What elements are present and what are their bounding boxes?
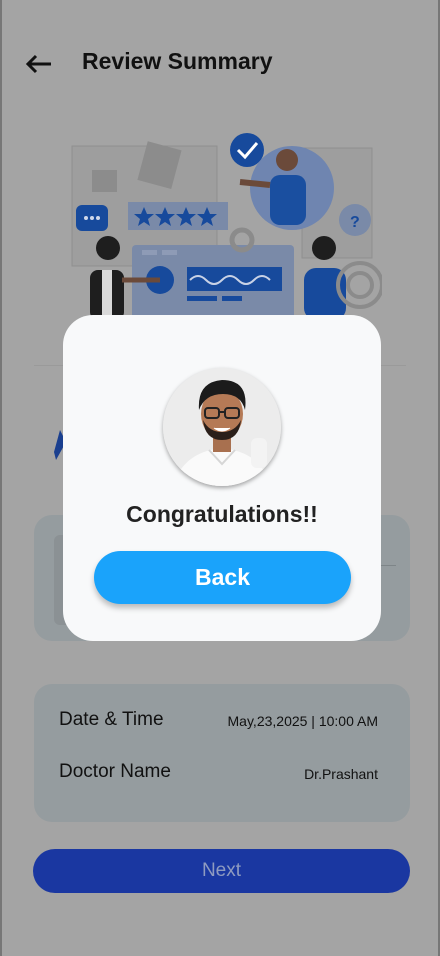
- doctor-card-divider: [380, 565, 396, 566]
- doctor-name-label: Doctor Name: [59, 761, 171, 782]
- checkmark-icon: [230, 133, 264, 167]
- success-modal: Congratulations!! Back: [63, 315, 381, 641]
- date-time-label: Date & Time: [59, 709, 164, 730]
- doctor-name-value: Dr.Prashant: [304, 766, 378, 782]
- appointment-details-card: [34, 684, 410, 822]
- screen: Review Summary ? Date & Time May,23,2025…: [0, 0, 440, 956]
- next-button[interactable]: Next: [33, 849, 410, 893]
- page-title: Review Summary: [82, 48, 273, 74]
- date-time-value: May,23,2025 | 10:00 AM: [227, 713, 378, 729]
- svg-text:?: ?: [350, 214, 360, 231]
- review-illustration: ?: [71, 133, 382, 320]
- arrow-left-icon[interactable]: [24, 50, 54, 78]
- thumbs-up-icon: [92, 170, 117, 192]
- back-button[interactable]: Back: [94, 551, 351, 604]
- congratulations-message: Congratulations!!: [126, 501, 318, 527]
- avatar: [163, 368, 281, 486]
- doctor-photo: [163, 368, 281, 486]
